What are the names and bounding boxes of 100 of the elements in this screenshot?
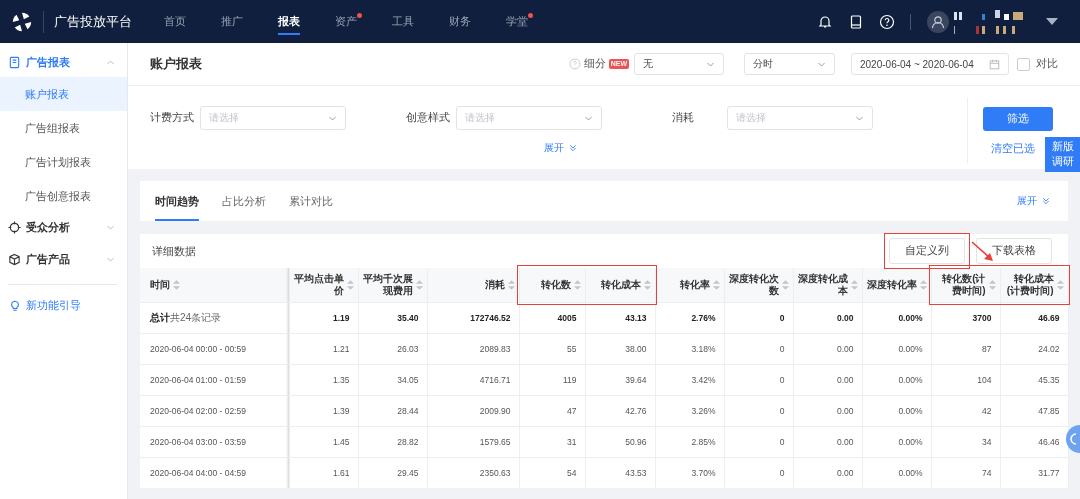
column-header[interactable]: 时间 xyxy=(150,278,170,291)
guide-link[interactable]: 新功能引导 xyxy=(0,295,127,317)
calendar-icon xyxy=(989,58,1000,70)
table-cell: 0 xyxy=(779,312,785,323)
table-cell: 47.85 xyxy=(1038,405,1060,416)
column-header[interactable]: 转化率 xyxy=(679,278,710,291)
table-cell: 2350.63 xyxy=(479,467,511,478)
table-cell: 2020-06-04 02:00 - 02:59 xyxy=(150,405,246,416)
sort-icon xyxy=(643,279,651,290)
table-cell: 0.00 xyxy=(836,374,854,385)
table-cell: 24.02 xyxy=(1038,343,1060,354)
table-cell: 0 xyxy=(779,436,785,447)
filter-label: 消耗 xyxy=(672,111,695,125)
table-cell: 55 xyxy=(567,343,577,354)
table-cell: 0.00 xyxy=(836,312,854,323)
table-cell: 1.45 xyxy=(332,436,350,447)
sidebar-item[interactable]: 广告创意报表 xyxy=(0,179,127,213)
table-cell: 0 xyxy=(779,374,785,385)
nav-tab[interactable]: 学堂 xyxy=(494,0,540,43)
tab[interactable]: 累计对比 xyxy=(289,181,333,221)
column-header[interactable]: 消耗 xyxy=(484,278,505,291)
table-cell: 3.42% xyxy=(691,374,716,385)
table-cell: 0.00 xyxy=(836,405,854,416)
nav-tab[interactable]: 资产 xyxy=(323,0,369,43)
compare-checkbox[interactable] xyxy=(1017,57,1030,71)
sidebar-item[interactable]: 广告计划报表 xyxy=(0,145,127,179)
table-cell: 0 xyxy=(779,467,785,478)
sidebar-group[interactable]: 受众分析 xyxy=(0,213,127,242)
table-cell: 1579.65 xyxy=(479,436,511,447)
table-cell: 34 xyxy=(982,436,992,447)
clear-link[interactable]: 清空已选 xyxy=(991,142,1035,156)
group-label: 广告产品 xyxy=(26,251,71,267)
tab[interactable]: 时间趋势 xyxy=(155,181,199,221)
platform-title: 广告投放平台 xyxy=(54,12,132,31)
table-cell: 1.61 xyxy=(332,467,350,478)
sidebar-item[interactable]: 广告组报表 xyxy=(0,111,127,145)
table-cell: 31 xyxy=(567,436,577,447)
table-cell: 0.00 xyxy=(836,436,854,447)
help-icon xyxy=(568,58,581,70)
table-cell: 0.00% xyxy=(898,343,923,354)
table-cell: 4005 xyxy=(557,312,577,323)
column-header[interactable]: 转化数 xyxy=(540,278,571,291)
table-cell: 0.00% xyxy=(898,467,923,478)
toolbar-button[interactable]: 下载表格 xyxy=(976,238,1052,264)
table-cell: 43.53 xyxy=(625,467,647,478)
filter-label: 创意样式 xyxy=(406,111,451,125)
select-field[interactable]: 无 xyxy=(634,53,724,75)
filter-label: 计费方式 xyxy=(150,111,195,125)
table-cell: 42.76 xyxy=(625,405,647,416)
table-cell: 3.26% xyxy=(691,405,716,416)
date-range-field[interactable]: 2020-06-04 ~ 2020-06-04 xyxy=(851,53,1009,75)
table-cell: 46.69 xyxy=(1038,312,1060,323)
toolbar-button[interactable]: 自定义列 xyxy=(889,238,965,264)
table-cell: 34.05 xyxy=(397,374,419,385)
double-chevron-down-icon xyxy=(1042,197,1050,205)
expand-link[interactable]: 展开 xyxy=(1017,194,1050,208)
sidebar-group[interactable]: 广告产品 xyxy=(0,242,127,276)
chat-bubble-icon[interactable] xyxy=(1066,425,1080,453)
group-label: 受众分析 xyxy=(26,220,71,235)
filter-button[interactable]: 筛选 xyxy=(983,107,1053,131)
sort-icon xyxy=(173,279,180,290)
tablet-icon[interactable] xyxy=(848,13,864,30)
bell-icon[interactable] xyxy=(817,13,833,30)
nav-tab[interactable]: 工具 xyxy=(380,0,426,43)
sort-icon xyxy=(346,279,354,290)
table-cell: 46.46 xyxy=(1038,436,1060,447)
document-icon xyxy=(8,56,21,69)
table-cell: 39.64 xyxy=(625,374,647,385)
lightbulb-icon xyxy=(9,300,21,312)
tab[interactable]: 占比分析 xyxy=(222,181,266,221)
nav-tab[interactable]: 报表 xyxy=(266,0,312,43)
sidebar-group[interactable]: 广告报表 xyxy=(0,48,127,77)
table-cell: 0 xyxy=(779,405,785,416)
expand-link[interactable]: 展开 xyxy=(544,141,577,155)
table-cell: 87 xyxy=(982,343,992,354)
table-cell: 2.76% xyxy=(691,312,716,323)
table-cell: 50.96 xyxy=(625,436,647,447)
sort-icon xyxy=(415,279,423,290)
table-cell: 31.77 xyxy=(1038,467,1060,478)
nav-tab[interactable]: 首页 xyxy=(152,0,198,43)
avatar-icon[interactable] xyxy=(927,10,949,33)
nav-tab[interactable]: 财务 xyxy=(437,0,483,43)
select-field[interactable]: 分时 xyxy=(744,53,835,75)
survey-tab[interactable]: 新版调研 xyxy=(1045,137,1080,172)
guide-label: 新功能引导 xyxy=(26,299,81,313)
nav-tab[interactable]: 推广 xyxy=(209,0,255,43)
table-cell: 0.00% xyxy=(898,405,923,416)
table-cell: 3.70% xyxy=(691,467,716,478)
section-title: 详细数据 xyxy=(152,243,196,259)
table-cell: 2020-06-04 03:00 - 03:59 xyxy=(150,436,246,447)
help-icon[interactable] xyxy=(879,13,895,30)
table-cell: 1.19 xyxy=(332,312,350,323)
table-cell: 2020-06-04 04:00 - 04:59 xyxy=(150,467,246,478)
table-cell: 28.82 xyxy=(397,436,419,447)
sort-icon xyxy=(507,279,515,290)
sidebar-item[interactable]: 账户报表 xyxy=(0,77,127,111)
table-cell: 0 xyxy=(779,343,785,354)
caret-icon[interactable] xyxy=(1046,17,1058,26)
table-cell: 1.35 xyxy=(332,374,350,385)
compare-label: 对比 xyxy=(1036,57,1058,71)
